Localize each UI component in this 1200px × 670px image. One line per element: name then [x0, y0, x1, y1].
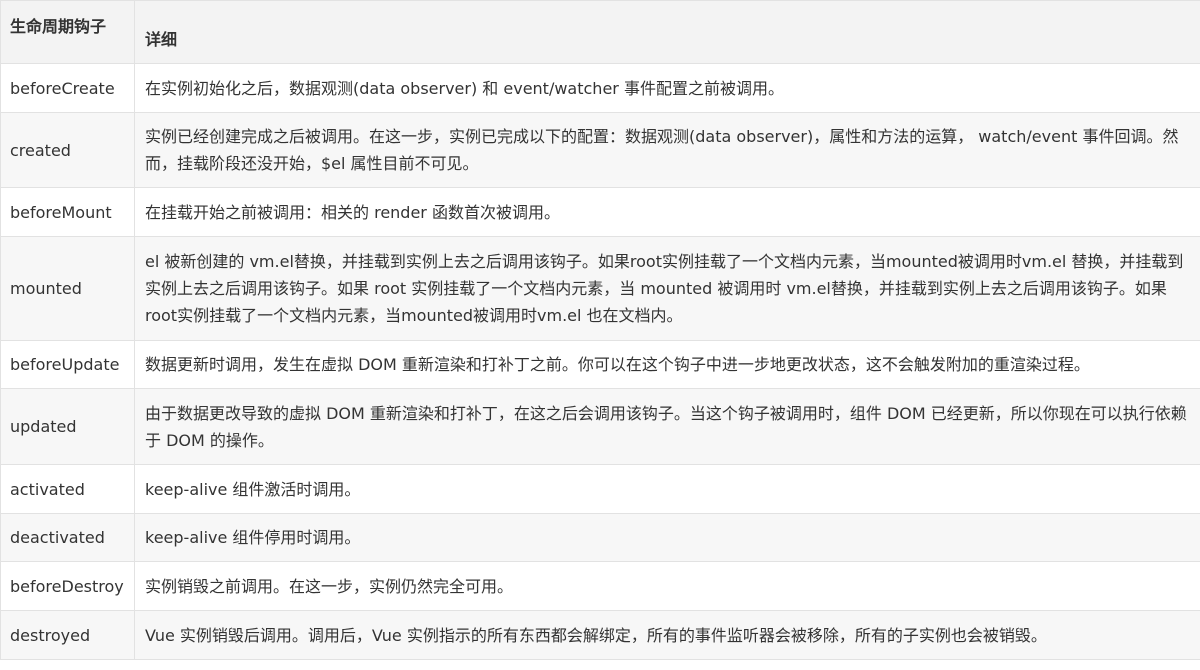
hook-detail: 数据更新时调用，发生在虚拟 DOM 重新渲染和打补丁之前。你可以在这个钩子中进一…	[134, 340, 1200, 389]
table-row: created 实例已经创建完成之后被调用。在这一步，实例已完成以下的配置：数据…	[0, 112, 1200, 188]
header-detail: 详细	[134, 0, 1200, 64]
hook-detail: 实例销毁之前调用。在这一步，实例仍然完全可用。	[134, 561, 1200, 611]
hook-name: created	[0, 112, 135, 188]
table-row: destroyed Vue 实例销毁后调用。调用后，Vue 实例指示的所有东西都…	[0, 610, 1200, 660]
hook-name: beforeCreate	[0, 63, 135, 113]
hook-name: mounted	[0, 236, 135, 341]
lifecycle-hooks-table: 生命周期钩子 详细 beforeCreate 在实例初始化之后，数据观测(dat…	[0, 0, 1200, 660]
table-row: updated 由于数据更改导致的虚拟 DOM 重新渲染和打补丁，在这之后会调用…	[0, 388, 1200, 465]
hook-detail: Vue 实例销毁后调用。调用后，Vue 实例指示的所有东西都会解绑定，所有的事件…	[134, 610, 1200, 660]
table-row: activated keep-alive 组件激活时调用。	[0, 464, 1200, 514]
hook-name: beforeDestroy	[0, 561, 135, 611]
hook-detail: 由于数据更改导致的虚拟 DOM 重新渲染和打补丁，在这之后会调用该钩子。当这个钩…	[134, 388, 1200, 465]
table-row: mounted el 被新创建的 vm.el替换，并挂载到实例上去之后调用该钩子…	[0, 236, 1200, 341]
hook-name: deactivated	[0, 513, 135, 562]
hook-name: beforeMount	[0, 187, 135, 237]
hook-detail: 在挂载开始之前被调用：相关的 render 函数首次被调用。	[134, 187, 1200, 237]
table-row: beforeCreate 在实例初始化之后，数据观测(data observer…	[0, 63, 1200, 113]
hook-name: activated	[0, 464, 135, 514]
table-header-row: 生命周期钩子 详细	[0, 0, 1200, 64]
table-row: deactivated keep-alive 组件停用时调用。	[0, 513, 1200, 562]
hook-detail: 实例已经创建完成之后被调用。在这一步，实例已完成以下的配置：数据观测(data …	[134, 112, 1200, 188]
table-row: beforeMount 在挂载开始之前被调用：相关的 render 函数首次被调…	[0, 187, 1200, 237]
header-hook: 生命周期钩子	[0, 0, 135, 64]
hook-detail: 在实例初始化之后，数据观测(data observer) 和 event/wat…	[134, 63, 1200, 113]
hook-name: destroyed	[0, 610, 135, 660]
hook-name: beforeUpdate	[0, 340, 135, 389]
hook-detail: el 被新创建的 vm.el替换，并挂载到实例上去之后调用该钩子。如果root实…	[134, 236, 1200, 341]
table-row: beforeDestroy 实例销毁之前调用。在这一步，实例仍然完全可用。	[0, 561, 1200, 611]
hook-name: updated	[0, 388, 135, 465]
hook-detail: keep-alive 组件激活时调用。	[134, 464, 1200, 514]
hook-detail: keep-alive 组件停用时调用。	[134, 513, 1200, 562]
table-row: beforeUpdate 数据更新时调用，发生在虚拟 DOM 重新渲染和打补丁之…	[0, 340, 1200, 389]
